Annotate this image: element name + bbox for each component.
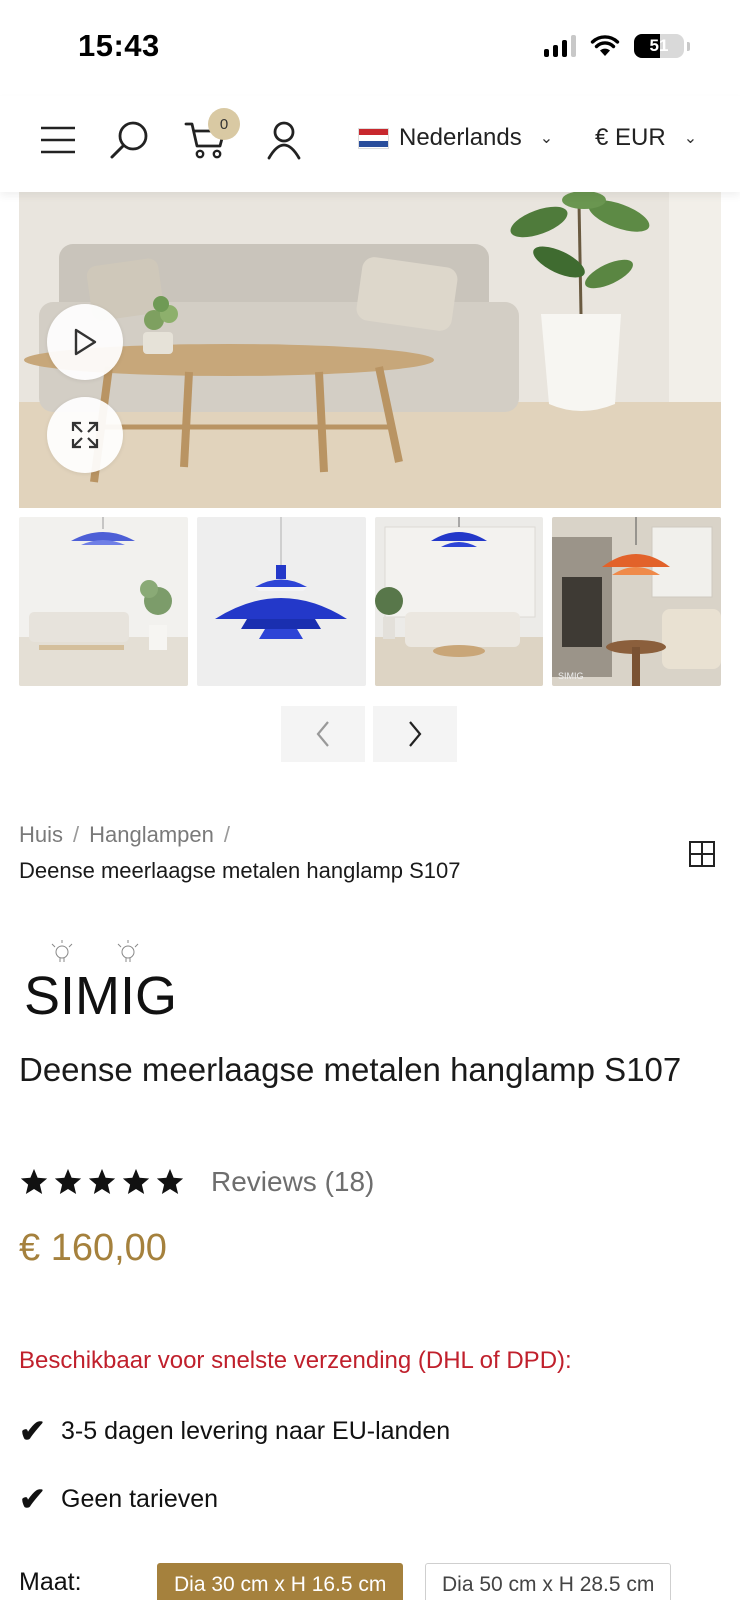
breadcrumb-separator: / — [73, 822, 80, 847]
battery-icon: 51 — [634, 34, 684, 58]
breadcrumb-link-category[interactable]: Hanglampen — [89, 822, 214, 848]
play-video-button[interactable] — [47, 304, 123, 380]
main-product-image[interactable] — [19, 192, 721, 508]
battery-tip — [687, 41, 690, 51]
cellular-signal-icon — [544, 35, 576, 57]
size-label: Maat: — [19, 1568, 82, 1596]
star-icon — [20, 1168, 48, 1194]
shipping-check-label: Geen tarieven — [61, 1484, 219, 1513]
search-button[interactable] — [106, 116, 154, 164]
star-icon — [122, 1168, 150, 1194]
checkmark-icon: ✔ — [19, 1413, 46, 1449]
fullscreen-button[interactable] — [47, 397, 123, 473]
shipping-check-item: ✔ Geen tarieven — [19, 1480, 218, 1518]
thumbnail-strip: SIMIG — [19, 517, 721, 686]
product-rating: Reviews (18) — [19, 1166, 374, 1198]
chevron-right-icon — [409, 721, 422, 747]
hamburger-menu-icon — [41, 126, 75, 154]
breadcrumb: Huis / Hanglampen / — [19, 822, 230, 848]
thumbnail-watermark: SIMIG — [558, 671, 584, 681]
star-icon — [88, 1168, 116, 1194]
breadcrumb-separator: / — [223, 822, 231, 847]
size-option-50cm[interactable]: Dia 50 cm x H 28.5 cm — [425, 1563, 672, 1600]
breadcrumb-link-home[interactable]: Huis — [19, 822, 63, 848]
shipping-headline: Beschikbaar voor snelste verzending (DHL… — [19, 1347, 572, 1374]
thumbnail-image — [374, 517, 544, 686]
cart-count-badge: 0 — [208, 108, 240, 140]
menu-button[interactable] — [34, 116, 82, 164]
status-icons: 51 — [544, 34, 690, 58]
search-icon — [110, 121, 148, 159]
living-room-photo — [19, 192, 721, 508]
gallery-pager — [281, 706, 457, 762]
expand-icon — [71, 421, 99, 449]
status-bar: 15:43 51 — [0, 0, 740, 96]
thumbnail-image — [196, 517, 366, 686]
shipping-check-label: 3-5 dagen levering naar EU-landen — [61, 1416, 451, 1445]
thumbnail-image — [19, 517, 188, 686]
brand-logo[interactable]: SIMIG — [24, 940, 194, 1020]
netherlands-flag-icon — [358, 127, 389, 149]
cart-button[interactable]: 0 — [182, 108, 240, 164]
star-icon — [156, 1168, 184, 1194]
next-image-button[interactable] — [373, 706, 457, 762]
user-icon — [267, 121, 301, 160]
play-icon — [74, 328, 97, 356]
chevron-left-icon — [316, 721, 329, 747]
breadcrumb-current: Deense meerlaagse metalen hanglamp S107 — [19, 858, 461, 883]
grid-view-icon[interactable] — [688, 840, 716, 868]
thumbnail-2[interactable] — [196, 517, 366, 686]
size-option-30cm[interactable]: Dia 30 cm x H 16.5 cm — [157, 1563, 404, 1600]
language-selector[interactable]: Nederlands ⌄ — [358, 124, 553, 152]
reviews-link[interactable]: Reviews (18) — [211, 1166, 374, 1198]
shipping-check-item: ✔ 3-5 dagen levering naar EU-landen — [19, 1412, 450, 1450]
currency-selector[interactable]: € EUR ⌄ — [595, 124, 697, 152]
checkmark-icon: ✔ — [19, 1481, 46, 1517]
brand-logo-text: SIMIG — [24, 966, 177, 1020]
battery-level: 51 — [649, 36, 669, 55]
chevron-down-icon: ⌄ — [683, 130, 698, 147]
status-time: 15:43 — [78, 28, 160, 63]
thumbnail-image: SIMIG — [552, 517, 721, 686]
currency-label: € EUR — [595, 124, 666, 151]
chevron-down-icon: ⌄ — [539, 130, 554, 147]
wifi-icon — [590, 35, 620, 56]
prev-image-button[interactable] — [281, 706, 365, 762]
site-header: 0 Nederlands ⌄ € EUR ⌄ — [0, 96, 740, 192]
product-title: Deense meerlaagse metalen hanglamp S107 — [19, 1051, 682, 1088]
star-icon — [54, 1168, 82, 1194]
thumbnail-1[interactable] — [19, 517, 188, 686]
product-price: € 160,00 — [19, 1227, 167, 1269]
language-label: Nederlands — [399, 124, 522, 151]
thumbnail-3[interactable] — [374, 517, 544, 686]
thumbnail-4[interactable]: SIMIG — [552, 517, 721, 686]
account-button[interactable] — [260, 116, 308, 164]
